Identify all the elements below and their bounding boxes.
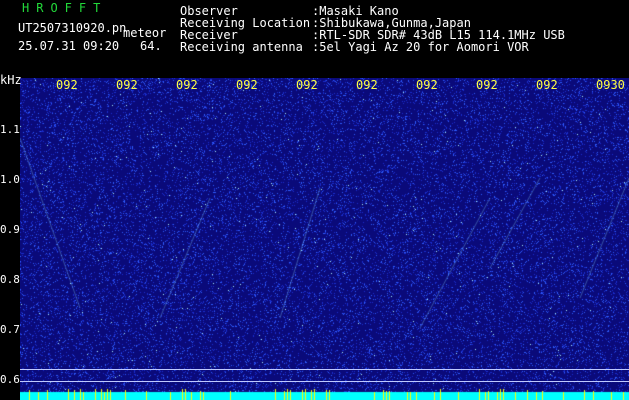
time-tick-label: 092 bbox=[476, 78, 498, 92]
y-axis-unit: kHz bbox=[0, 73, 22, 87]
y-tick-label: 1.0 bbox=[0, 173, 20, 186]
y-tick-label: 0.7 bbox=[0, 323, 20, 336]
time-tick-label: 092 bbox=[116, 78, 138, 92]
y-tick-label: 1.1 bbox=[0, 123, 20, 136]
app-brand: HROFFT bbox=[22, 1, 108, 15]
time-tick-label: 092 bbox=[416, 78, 438, 92]
time-tick-label: 092 bbox=[56, 78, 78, 92]
time-tick-label: 092 bbox=[356, 78, 378, 92]
time-tick-label: 092 bbox=[296, 78, 318, 92]
spectrogram-canvas bbox=[20, 78, 629, 400]
event-count: 64. bbox=[140, 39, 162, 53]
grid-line-lower bbox=[20, 381, 629, 382]
y-tick-label: 0.8 bbox=[0, 273, 20, 286]
y-tick-label: 0.9 bbox=[0, 223, 20, 236]
grid-line-upper bbox=[20, 369, 629, 370]
y-tick-label: 0.6 bbox=[0, 373, 20, 386]
time-tick-label: 0930 bbox=[596, 78, 625, 92]
file-name: UT2507310920.pn bbox=[18, 21, 127, 35]
antenna-value: :5el Yagi Az 20 for Aomori VOR bbox=[312, 40, 529, 54]
date-time: 25.07.31 09:20 bbox=[18, 39, 120, 53]
time-tick-label: 092 bbox=[176, 78, 198, 92]
antenna-label: Receiving antenna bbox=[180, 40, 303, 54]
time-tick-label: 092 bbox=[236, 78, 258, 92]
time-tick-label: 092 bbox=[536, 78, 558, 92]
mode-label: meteor bbox=[123, 26, 167, 40]
